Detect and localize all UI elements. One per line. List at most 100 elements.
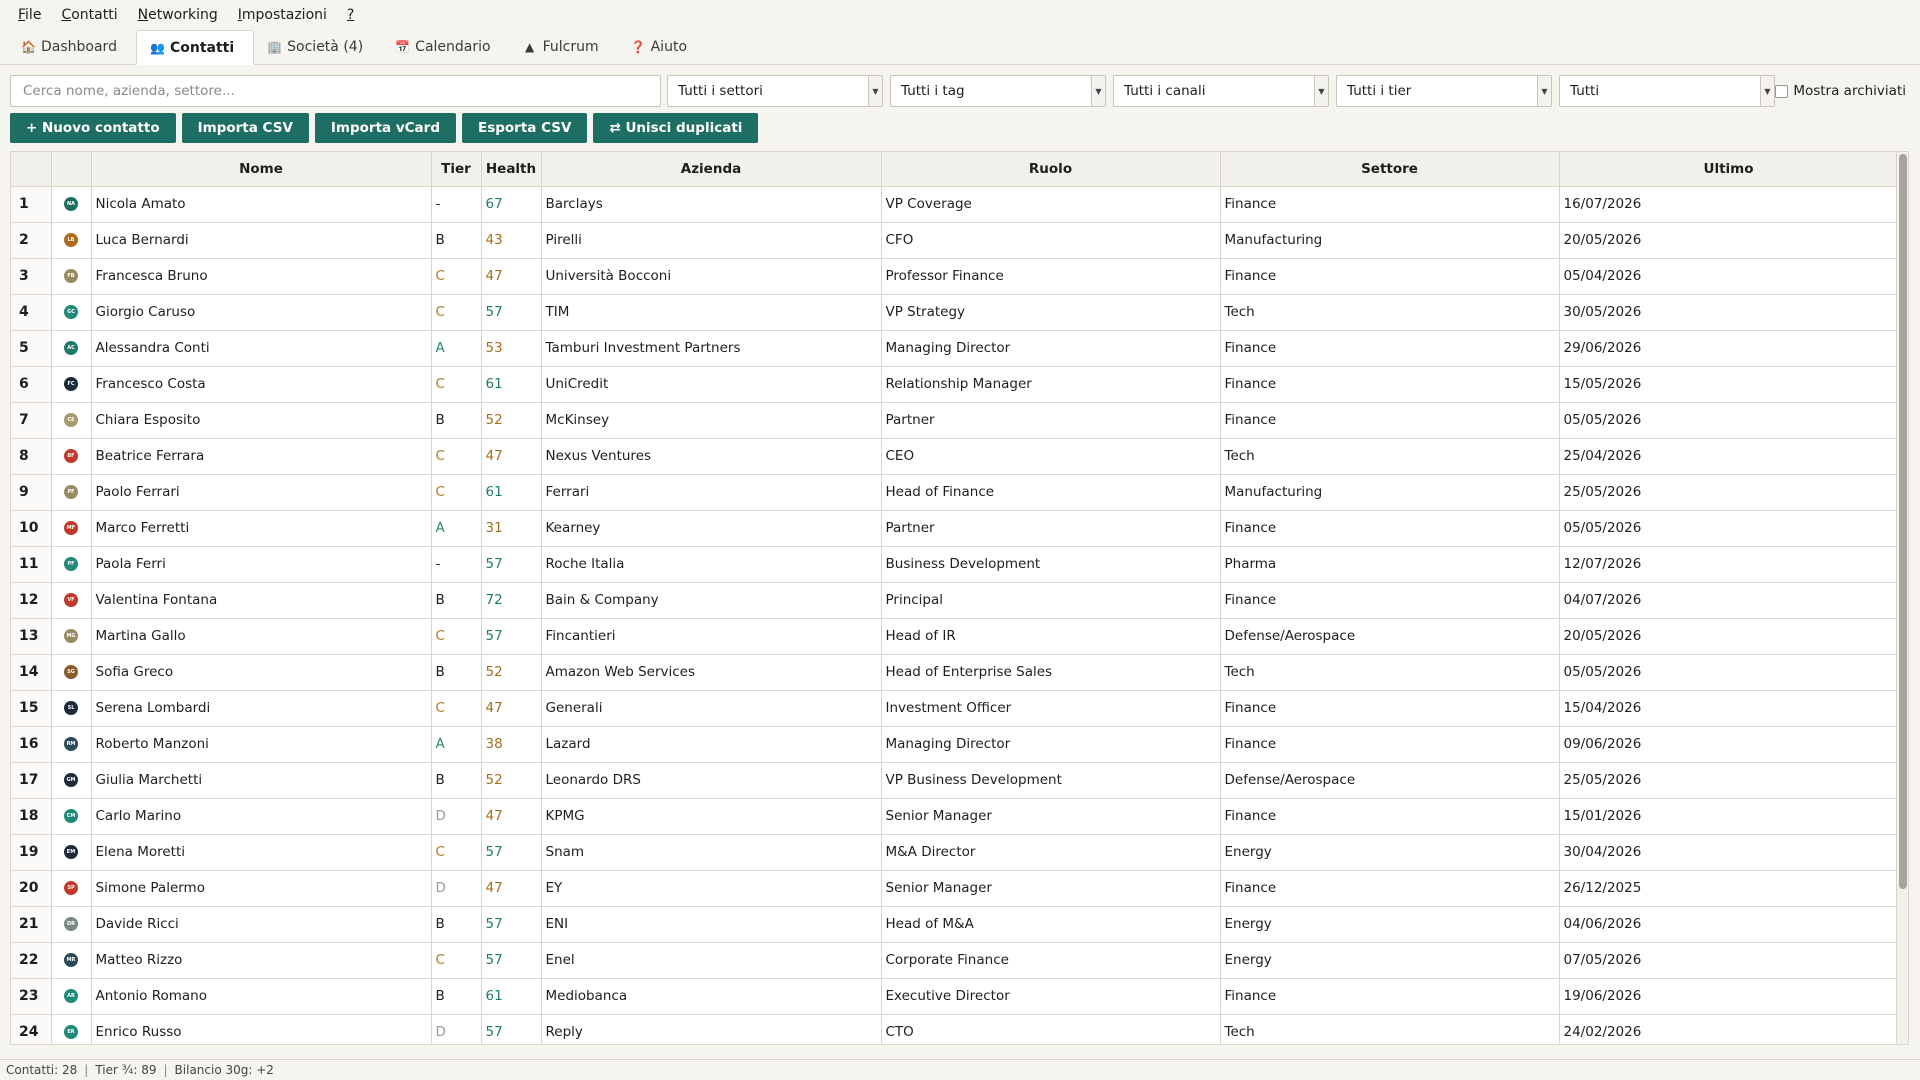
contact-role: Managing Director	[881, 330, 1221, 367]
table-row[interactable]: 24 ER Enrico Russo D 57 Reply CTO Tech 24/02/202…	[11, 1014, 1899, 1044]
contact-sector: Finance	[1220, 366, 1560, 403]
menu-item[interactable]: File	[8, 7, 51, 23]
contact-company: Enel	[541, 942, 882, 979]
table-row[interactable]: 17 GM Giulia Marchetti B 52 Leonardo DRS VP Bu…	[11, 762, 1899, 799]
search-input[interactable]	[10, 75, 661, 107]
contact-last: 15/05/2026	[1559, 366, 1899, 403]
row-number: 20	[11, 870, 52, 907]
import-vcard-button[interactable]: Importa vCard	[314, 113, 456, 143]
row-number: 4	[11, 294, 52, 331]
vertical-scrollbar[interactable]	[1896, 152, 1908, 1044]
table-row[interactable]: 19 EM Elena Moretti C 57 Snam M&A Director Ener…	[11, 834, 1899, 871]
table-row[interactable]: 3 FB Francesca Bruno C 47 Università Bocconi P…	[11, 258, 1899, 295]
tab-dashboard[interactable]: 🏠 Dashboard	[8, 29, 136, 64]
menu-item[interactable]: Impostazioni	[228, 7, 337, 23]
show-archived-toggle[interactable]: Mostra archiviati	[1775, 75, 1906, 107]
channel-select[interactable]: Tutti i canali ▼	[1113, 75, 1329, 107]
contact-tier: C	[431, 474, 482, 511]
table-row[interactable]: 10 MF Marco Ferretti A 31 Kearney Partner Finan…	[11, 510, 1899, 547]
contact-company: Tamburi Investment Partners	[541, 330, 882, 367]
contact-name: Francesca Bruno	[91, 258, 432, 295]
column-header[interactable]: Tier	[431, 152, 482, 187]
scrollbar-thumb[interactable]	[1899, 154, 1907, 889]
tier-select[interactable]: Tutti i tier ▼	[1336, 75, 1552, 107]
avatar-cell: LB	[51, 222, 92, 259]
tag-select[interactable]: Tutti i tag ▼	[890, 75, 1106, 107]
row-number: 18	[11, 798, 52, 835]
table-row[interactable]: 6 FC Francesco Costa C 61 UniCredit Relationsh…	[11, 366, 1899, 403]
contact-health: 57	[481, 546, 542, 583]
table-row[interactable]: 16 RM Roberto Manzoni A 38 Lazard Managing Dir…	[11, 726, 1899, 763]
table-row[interactable]: 15 SL Serena Lombardi C 47 Generali Investment…	[11, 690, 1899, 727]
contact-company: TIM	[541, 294, 882, 331]
tab-calendario[interactable]: 📅 Calendario	[382, 29, 509, 64]
table-row[interactable]: 13 MG Martina Gallo C 57 Fincantieri Head of I…	[11, 618, 1899, 655]
contact-name: Roberto Manzoni	[91, 726, 432, 763]
column-header[interactable]	[11, 152, 52, 187]
sector-select-value: Tutti i settori	[678, 83, 763, 99]
avatar-cell: ER	[51, 1014, 92, 1044]
contact-health: 57	[481, 834, 542, 871]
row-number: 23	[11, 978, 52, 1015]
contact-tier: B	[431, 762, 482, 799]
table-row[interactable]: 22 MR Matteo Rizzo C 57 Enel Corporate Finance…	[11, 942, 1899, 979]
menu-item[interactable]: Contatti	[51, 7, 127, 23]
table-row[interactable]: 5 AC Alessandra Conti A 53 Tamburi Investment…	[11, 330, 1899, 367]
column-header[interactable]: Ruolo	[881, 152, 1221, 187]
contact-health: 52	[481, 762, 542, 799]
dashboard-icon: 🏠	[21, 39, 36, 54]
status-separator: |	[163, 1063, 168, 1077]
column-header[interactable]: Nome	[91, 152, 432, 187]
status-select[interactable]: Tutti ▼	[1559, 75, 1775, 107]
contact-company: Nexus Ventures	[541, 438, 882, 475]
menu-item[interactable]: Networking	[128, 7, 228, 23]
row-number: 9	[11, 474, 52, 511]
column-header[interactable]	[51, 152, 92, 187]
tab-contatti[interactable]: 👥 Contatti	[135, 30, 255, 65]
table-row[interactable]: 18 CM Carlo Marino D 47 KPMG Senior Manager Fin…	[11, 798, 1899, 835]
sector-select[interactable]: Tutti i settori ▼	[667, 75, 883, 107]
tab-aiuto[interactable]: ❓ Aiuto	[618, 29, 706, 64]
table-row[interactable]: 21 DR Davide Ricci B 57 ENI Head of M&A Energy 0…	[11, 906, 1899, 943]
column-header[interactable]: Ultimo	[1559, 152, 1899, 187]
column-header[interactable]: Azienda	[541, 152, 882, 187]
row-number: 5	[11, 330, 52, 367]
table-row[interactable]: 4 GC Giorgio Caruso C 57 TIM VP Strategy Tech 30…	[11, 294, 1899, 331]
contact-role: Executive Director	[881, 978, 1221, 1015]
contact-last: 30/04/2026	[1559, 834, 1899, 871]
menu-item[interactable]: ?	[337, 7, 364, 23]
tab-fulcrum[interactable]: ▲ Fulcrum	[510, 29, 618, 64]
table-row[interactable]: 7 CE Chiara Esposito B 52 McKinsey Partner Fina…	[11, 402, 1899, 439]
avatar-cell: CM	[51, 798, 92, 835]
table-row[interactable]: 9 PF Paolo Ferrari C 61 Ferrari Head of Financ…	[11, 474, 1899, 511]
contact-health: 38	[481, 726, 542, 763]
table-row[interactable]: 1 NA Nicola Amato -67 Barclays VP Coverage Fin…	[11, 186, 1899, 223]
contact-tier: C	[431, 834, 482, 871]
contact-company: Università Bocconi	[541, 258, 882, 295]
contact-role: Business Development	[881, 546, 1221, 583]
table-row[interactable]: 14 SG Sofia Greco B 52 Amazon Web Services Hea…	[11, 654, 1899, 691]
table-row[interactable]: 8 BF Beatrice Ferrara C 47 Nexus Ventures CEO T…	[11, 438, 1899, 475]
table-row[interactable]: 11 PF Paola Ferri -57 Roche Italia Business D…	[11, 546, 1899, 583]
table-row[interactable]: 20 SP Simone Palermo D 47 EY Senior Manager Fin…	[11, 870, 1899, 907]
contact-last: 05/05/2026	[1559, 510, 1899, 547]
merge-duplicates-button[interactable]: ⇄ Unisci duplicati	[593, 113, 759, 143]
column-header[interactable]: Health	[481, 152, 542, 187]
table-row[interactable]: 2 LB Luca Bernardi B 43 Pirelli CFO Manufacturi…	[11, 222, 1899, 259]
export-csv-button[interactable]: Esporta CSV	[461, 113, 588, 143]
status-separator: |	[84, 1063, 89, 1077]
contact-last: 30/05/2026	[1559, 294, 1899, 331]
table-row[interactable]: 12 VF Valentina Fontana B 72 Bain & Company Pr…	[11, 582, 1899, 619]
tab-societa[interactable]: 🏢 Società (4)	[254, 29, 382, 64]
import-csv-button[interactable]: Importa CSV	[181, 113, 309, 143]
table-row[interactable]: 23 AR Antonio Romano B 61 Mediobanca Executive…	[11, 978, 1899, 1015]
contact-tier: C	[431, 366, 482, 403]
contact-health: 72	[481, 582, 542, 619]
contact-health: 47	[481, 798, 542, 835]
contact-company: Ferrari	[541, 474, 882, 511]
show-archived-checkbox[interactable]	[1775, 84, 1789, 98]
contact-sector: Energy	[1220, 942, 1560, 979]
column-header[interactable]: Settore	[1220, 152, 1560, 187]
contact-tier: D	[431, 870, 482, 907]
new-contact-button[interactable]: + Nuovo contatto	[10, 113, 176, 143]
